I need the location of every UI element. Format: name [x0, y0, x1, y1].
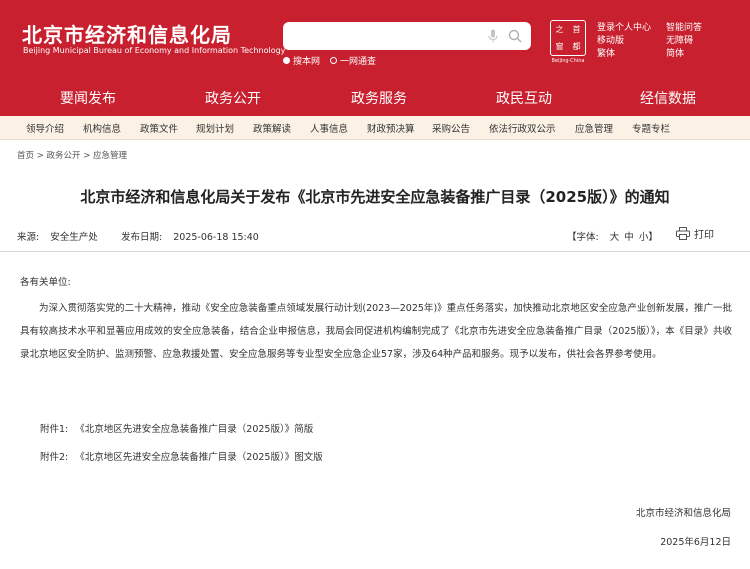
radio-selected-icon — [283, 56, 290, 64]
divider — [0, 251, 750, 252]
source-value: 安全生产处 — [50, 232, 98, 243]
signature-date: 2025年6月12日 — [660, 537, 731, 548]
sub-nav-item[interactable]: 财政预决算 — [367, 121, 415, 135]
sub-nav-item[interactable]: 机构信息 — [83, 121, 121, 135]
site-logo-title[interactable]: 北京市经济和信息化局 — [22, 19, 232, 48]
sub-nav-item[interactable]: 政策解读 — [253, 121, 291, 135]
sub-nav-item[interactable]: 领导介绍 — [26, 121, 64, 135]
attachment-link[interactable]: 《北京地区先进安全应急装备推广目录（2025版）》图文版 — [75, 452, 322, 463]
main-nav-services[interactable]: 政务服务 — [351, 88, 407, 108]
radio-unselected-icon — [330, 56, 338, 64]
print-label: 打印 — [694, 230, 714, 241]
capital-window-badge[interactable]: 之 首 窗 都 — [550, 20, 586, 56]
main-nav-data[interactable]: 经信数据 — [640, 88, 696, 108]
printer-icon — [676, 227, 690, 240]
main-nav-news[interactable]: 要闻发布 — [60, 88, 116, 108]
site-logo-subtitle: Beijing Municipal Bureau of Economy and … — [23, 46, 286, 55]
search-icon[interactable] — [508, 29, 522, 43]
sub-nav-item[interactable]: 政策文件 — [140, 121, 178, 135]
source-label: 来源: — [17, 232, 40, 243]
main-nav-interaction[interactable]: 政民互动 — [496, 88, 552, 108]
badge-char: 都 — [572, 42, 581, 51]
scope-option-all[interactable]: 一网通查 — [330, 54, 376, 67]
search-input[interactable] — [291, 26, 481, 46]
badge-char: 之 — [555, 25, 564, 34]
simplified-chinese-link[interactable]: 简体 — [666, 46, 684, 59]
attachment-link[interactable]: 《北京地区先进安全应急装备推广目录（2025版）》简版 — [75, 424, 313, 435]
signature: 北京市经济和信息化局 — [635, 508, 731, 519]
article-body: 为深入贯彻落实党的二十大精神，推动《安全应急装备重点领域发展行动计划(2023—… — [20, 303, 732, 360]
sub-nav-item[interactable]: 采购公告 — [432, 121, 470, 135]
attachment-1: 附件1: 《北京地区先进安全应急装备推广目录（2025版）》简版 — [40, 421, 313, 435]
sub-nav-item[interactable]: 规划计划 — [196, 121, 234, 135]
smart-qa-link[interactable]: 智能问答 — [666, 20, 702, 33]
scope-label: 搜本网 — [293, 56, 321, 67]
accessibility-link[interactable]: 无障碍 — [666, 33, 693, 46]
font-size-control: 【字体: 大 中 小】 — [567, 229, 659, 243]
mic-icon[interactable] — [488, 29, 498, 43]
article-greeting: 各有关单位: — [20, 277, 71, 288]
date-value: 2025-06-18 15:40 — [173, 232, 259, 243]
login-link[interactable]: 登录个人中心 — [597, 20, 651, 33]
main-nav: 要闻发布 政务公开 政务服务 政民互动 经信数据 — [0, 82, 750, 112]
search-scope: 搜本网 一网通查 — [283, 54, 376, 67]
font-large-button[interactable]: 大 — [610, 232, 620, 243]
main-nav-disclosure[interactable]: 政务公开 — [205, 88, 261, 108]
mobile-version-link[interactable]: 移动版 — [597, 33, 624, 46]
print-button[interactable]: 打印 — [676, 226, 714, 241]
badge-char: 首 — [572, 25, 581, 34]
scope-option-site[interactable]: 搜本网 — [283, 54, 320, 67]
date-label: 发布日期: — [121, 232, 163, 243]
article-title: 北京市经济和信息化局关于发布《北京市先进安全应急装备推广目录（2025版）》的通… — [80, 188, 670, 206]
sub-nav-item[interactable]: 人事信息 — [310, 121, 348, 135]
attachment-label: 附件2: — [40, 452, 69, 463]
sub-nav-item[interactable]: 专题专栏 — [632, 121, 670, 135]
attachment-2: 附件2: 《北京地区先进安全应急装备推广目录（2025版）》图文版 — [40, 449, 323, 463]
attachment-label: 附件1: — [40, 424, 69, 435]
article-source: 来源: 安全生产处 — [17, 229, 98, 243]
article-date: 发布日期: 2025-06-18 15:40 — [121, 229, 259, 243]
sub-nav-item[interactable]: 应急管理 — [575, 121, 613, 135]
badge-subtitle: Beijing·China — [551, 58, 585, 64]
badge-char: 窗 — [555, 42, 564, 51]
font-size-label: 【字体: — [567, 232, 599, 243]
scope-label: 一网通查 — [340, 56, 377, 67]
breadcrumb[interactable]: 首页 > 政务公开 > 应急管理 — [17, 149, 127, 161]
site-header: 北京市经济和信息化局 Beijing Municipal Bureau of E… — [0, 0, 750, 116]
sub-nav-item[interactable]: 依法行政双公示 — [489, 121, 556, 135]
font-medium-button[interactable]: 中 — [624, 232, 634, 243]
font-small-button[interactable]: 小】 — [639, 232, 658, 243]
sub-nav: 领导介绍 机构信息 政策文件 规划计划 政策解读 人事信息 财政预决算 采购公告… — [0, 116, 750, 140]
traditional-chinese-link[interactable]: 繁体 — [597, 46, 615, 59]
